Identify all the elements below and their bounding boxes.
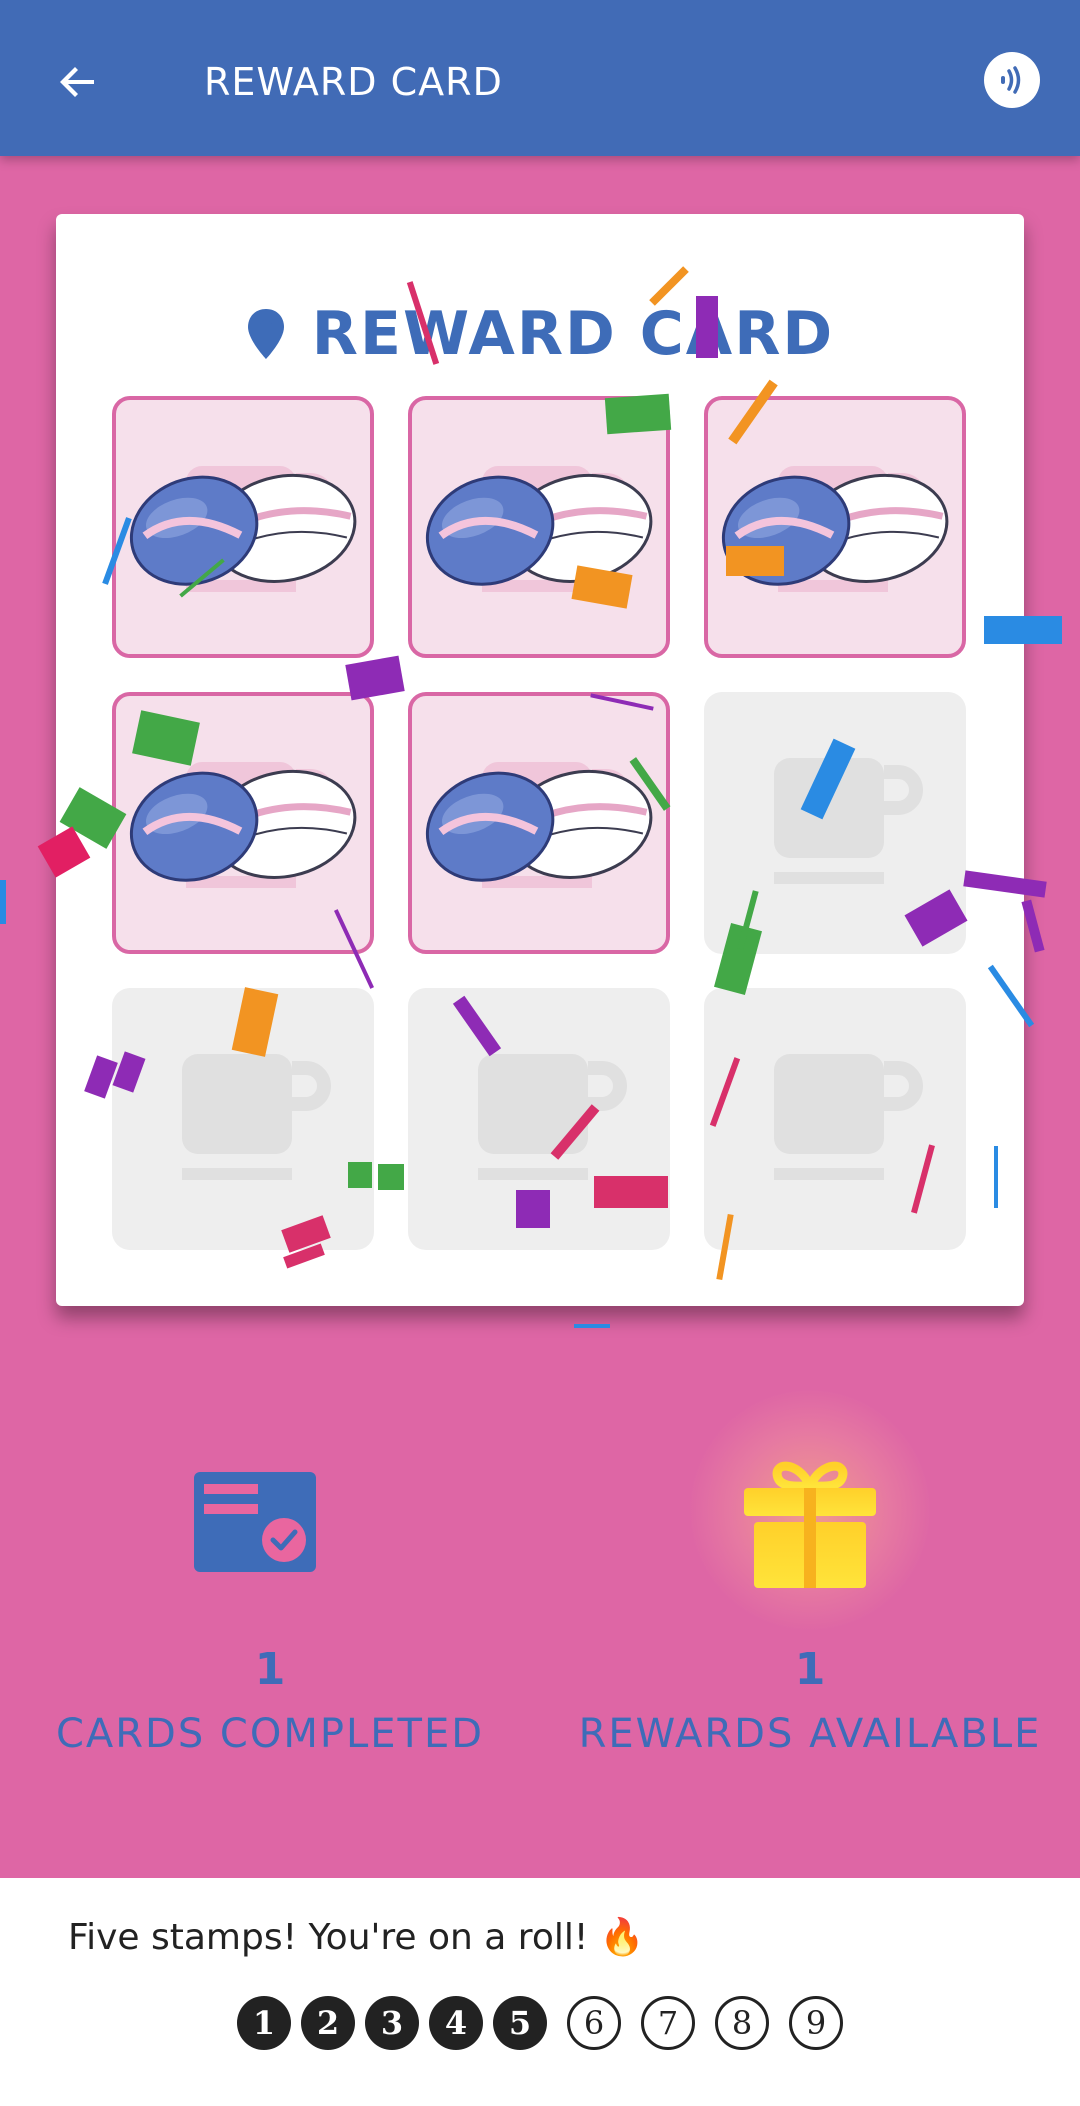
nfc-button[interactable] <box>984 52 1040 108</box>
progress-dot-2: 2 <box>301 1996 355 2050</box>
cards-completed-count: 1 <box>254 1644 286 1695</box>
stamp-cell-number: 9 <box>807 1074 863 1168</box>
stamp-cell-4: 4 <box>112 692 374 954</box>
stamp-cell-3: 3 <box>704 396 966 658</box>
stamp-cell-1: 1 <box>112 396 374 658</box>
stamp-cell-6: 6 <box>704 692 966 954</box>
location-pin-icon <box>247 309 284 359</box>
cards-completed-label: CARDS COMPLETED <box>55 1711 485 1757</box>
bottom-sheet: Five stamps! You're on a roll! 🔥 1234567… <box>0 1878 1080 2106</box>
rewards-available-stat[interactable]: 1 REWARDS AVAILABLE <box>540 1390 1080 1757</box>
progress-dot-9: 9 <box>789 1996 843 2050</box>
stamp-progress: 123456789 <box>0 1996 1080 2050</box>
stamp-cell-5: 5 <box>408 692 670 954</box>
stamp-cell-7: 7 <box>112 988 374 1250</box>
progress-dot-4: 4 <box>429 1996 483 2050</box>
stamp-cell-number: 8 <box>511 1074 567 1168</box>
gift-icon <box>744 1461 876 1588</box>
stamp-cell-2: 2 <box>408 396 670 658</box>
progress-dot-8: 8 <box>715 1996 769 2050</box>
coffee-bean-stamp-icon <box>129 473 357 586</box>
coffee-bean-stamp-icon <box>129 769 357 882</box>
arrow-left-icon <box>60 67 94 97</box>
coffee-bean-stamp-icon <box>425 473 653 586</box>
card-header: REWARD CARD <box>56 284 1024 384</box>
progress-dot-5: 5 <box>493 1996 547 2050</box>
stamp-cell-number: 6 <box>807 778 863 872</box>
page-title: REWARD CARD <box>204 60 503 104</box>
coffee-bean-stamp-icon <box>425 769 653 882</box>
progress-dot-1: 1 <box>237 1996 291 2050</box>
app-bar: REWARD CARD <box>0 0 1080 156</box>
reward-card: REWARD CARD 1 <box>56 214 1024 1306</box>
stamp-cell-9: 9 <box>704 988 966 1250</box>
card-title: REWARD CARD <box>311 299 835 369</box>
progress-message: Five stamps! You're on a roll! 🔥 <box>68 1917 645 1958</box>
stamp-cell-8: 8 <box>408 988 670 1250</box>
cards-completed-stat: 1 CARDS COMPLETED <box>0 1460 540 1757</box>
coffee-bean-stamp-icon <box>721 473 949 586</box>
progress-dot-6: 6 <box>567 1996 621 2050</box>
progress-dot-7: 7 <box>641 1996 695 2050</box>
nfc-contactless-icon <box>1001 66 1021 94</box>
rewards-available-label: REWARDS AVAILABLE <box>578 1711 1042 1757</box>
rewards-available-count: 1 <box>794 1644 826 1695</box>
back-button[interactable] <box>46 50 110 114</box>
card-check-icon <box>194 1472 316 1572</box>
stamp-cell-number: 7 <box>215 1074 271 1168</box>
progress-dot-3: 3 <box>365 1996 419 2050</box>
